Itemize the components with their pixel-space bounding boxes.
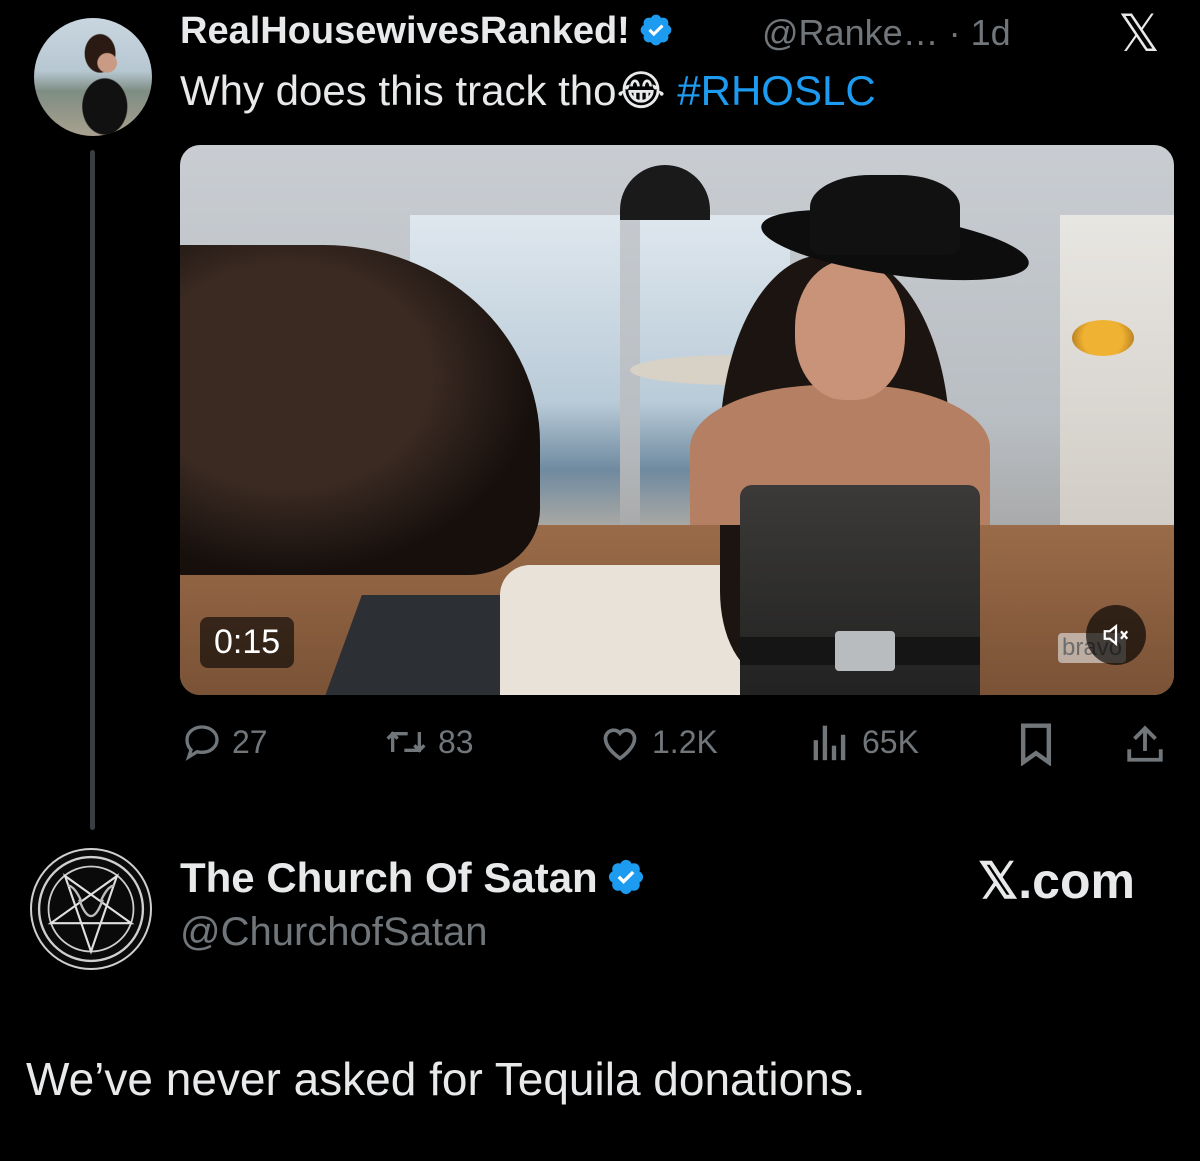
- repost-button[interactable]: 83: [384, 722, 474, 762]
- tweet-text-body: Why does this track tho: [180, 67, 617, 114]
- like-button[interactable]: 1.2K: [598, 722, 718, 762]
- author-handle-and-time: @Ranke… · 1d: [762, 12, 1011, 54]
- video-scene-fruit-bowl: [1072, 320, 1134, 356]
- repost-icon: [386, 731, 426, 753]
- reply-button[interactable]: 27: [182, 722, 268, 762]
- mute-button[interactable]: [1086, 605, 1146, 665]
- reply-text: We’ve never asked for Tequila donations.: [26, 1053, 866, 1105]
- verified-badge-icon: [640, 14, 672, 46]
- speaker-muted-icon: [1103, 623, 1129, 647]
- thread-connector-line: [90, 150, 95, 830]
- author-name-text[interactable]: RealHousewivesRanked!: [180, 10, 630, 52]
- video-person-hat-crown: [810, 175, 960, 255]
- hashtag-link[interactable]: #RHOSLC: [677, 67, 875, 114]
- tweet-text: Why does this track tho😂 #RHOSLC: [180, 66, 876, 115]
- time-separator: ·: [938, 12, 971, 53]
- repost-count: 83: [438, 723, 474, 760]
- share-button[interactable]: [1124, 722, 1166, 766]
- bookmark-icon: [1020, 723, 1052, 766]
- reply-count: 27: [232, 723, 268, 760]
- video-scene-wall: [1060, 215, 1174, 555]
- video-person-face: [795, 260, 905, 400]
- views-button[interactable]: 65K: [808, 722, 919, 762]
- church-of-satan-avatar[interactable]: [30, 848, 152, 970]
- author-name[interactable]: RealHousewivesRanked!: [180, 10, 674, 53]
- reply-author-name[interactable]: The Church Of Satan: [180, 854, 646, 902]
- analytics-bars-icon: [813, 725, 846, 761]
- video-person-buckle: [835, 631, 895, 671]
- x-logo-icon: 𝕏: [1118, 4, 1160, 64]
- video-duration: 0:15: [200, 617, 295, 668]
- reply-author-name-text[interactable]: The Church Of Satan: [180, 854, 598, 901]
- author-handle[interactable]: @Ranke…: [762, 12, 939, 53]
- timestamp[interactable]: 1d: [971, 12, 1011, 53]
- verified-badge-icon: [608, 859, 643, 895]
- heart-icon: [603, 728, 637, 761]
- video-scene-lamp: [620, 165, 710, 220]
- view-count: 65K: [862, 723, 919, 760]
- share-icon: [1127, 725, 1163, 762]
- author-avatar[interactable]: [34, 18, 152, 136]
- reply-author-handle[interactable]: @ChurchofSatan: [180, 910, 487, 955]
- laughing-emoji-icon: 😂: [616, 66, 666, 115]
- bookmark-button[interactable]: [1016, 722, 1056, 766]
- like-count: 1.2K: [652, 723, 718, 760]
- x-com-logo: 𝕏.com: [978, 853, 1135, 909]
- video-player[interactable]: 0:15 bravo: [180, 145, 1174, 695]
- sigil-of-baphomet-icon: [37, 855, 145, 963]
- reply-icon: [185, 725, 219, 761]
